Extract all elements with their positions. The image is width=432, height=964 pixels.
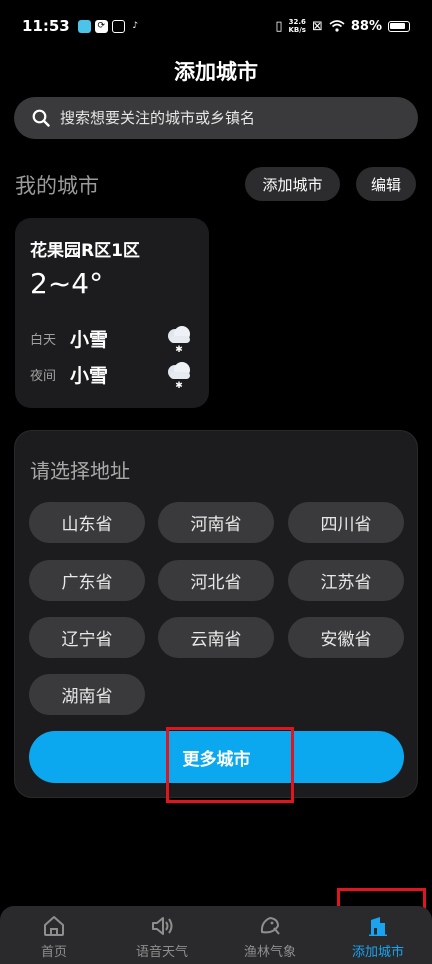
sim-x-icon: ⊠ [311, 18, 323, 34]
night-label: 夜间 [30, 368, 57, 384]
net-speed-value: 32.6 [288, 18, 306, 26]
province-button[interactable]: 广东省 [29, 560, 145, 601]
province-button[interactable]: 云南省 [158, 617, 274, 658]
status-time: 11:53 [22, 17, 70, 35]
nav-voice-weather[interactable]: 语音天气 [108, 906, 216, 964]
address-title: 请选择地址 [30, 459, 130, 483]
speaker-icon [152, 917, 173, 935]
province-button[interactable]: 河北省 [158, 560, 274, 601]
nav-label: 添加城市 [351, 945, 404, 960]
nav-label: 语音天气 [135, 945, 188, 960]
province-button[interactable]: 四川省 [288, 502, 404, 543]
battery-icon [388, 20, 410, 32]
nav-label: 首页 [40, 945, 67, 960]
app-notification-icon [77, 19, 91, 33]
wifi-icon [329, 20, 345, 32]
app-notification-icon: ⟳ [94, 19, 108, 33]
day-weather-row: 白天 小雪 ✱ [30, 320, 194, 356]
search-icon [32, 109, 50, 127]
night-condition: 小雪 [70, 364, 109, 387]
mail-notification-icon [111, 19, 125, 33]
home-icon [44, 916, 64, 936]
search-input[interactable] [60, 109, 390, 127]
building-icon [369, 917, 387, 936]
more-cities-button[interactable]: 更多城市 [29, 731, 404, 783]
night-weather-row: 夜间 小雪 ✱ [30, 356, 194, 392]
my-cities-title: 我的城市 [15, 174, 99, 198]
address-panel: 请选择地址 山东省 河南省 四川省 广东省 河北省 江苏省 辽宁省 云南省 安徽… [14, 430, 418, 798]
status-bar: 11:53 ⟳ ♪ ▯ 32.6 KB/s ⊠ 88% [0, 0, 432, 52]
province-button[interactable]: 安徽省 [288, 617, 404, 658]
search-bar[interactable] [14, 97, 418, 139]
province-button[interactable]: 湖南省 [29, 674, 145, 715]
page-title: 添加城市 [174, 60, 258, 84]
svg-text:✱: ✱ [175, 381, 183, 389]
province-button[interactable]: 山东省 [29, 502, 145, 543]
battery-percent: 88% [350, 18, 382, 34]
network-speed: 32.6 KB/s [288, 18, 305, 34]
nav-label: 渔林气象 [243, 945, 296, 960]
city-card[interactable]: 花果园R区1区 2~4° 白天 小雪 ✱ 夜间 小雪 ✱ [15, 218, 209, 408]
snow-cloud-icon: ✱ [168, 362, 190, 389]
province-button[interactable]: 江苏省 [288, 560, 404, 601]
snow-cloud-icon: ✱ [168, 326, 190, 353]
fish-icon [260, 917, 280, 935]
nav-add-city[interactable]: 添加城市 [324, 906, 432, 964]
province-button[interactable]: 河南省 [158, 502, 274, 543]
day-condition: 小雪 [70, 328, 109, 351]
tiktok-icon: ♪ [132, 21, 139, 31]
status-app-icons: ⟳ ♪ [77, 19, 142, 33]
province-button[interactable]: 辽宁省 [29, 617, 145, 658]
city-name: 花果园R区1区 [30, 241, 140, 261]
city-temperature: 2~4° [30, 267, 104, 300]
nav-fishing-weather[interactable]: 渔林气象 [216, 906, 324, 964]
net-speed-unit: KB/s [288, 26, 306, 34]
svg-text:✱: ✱ [175, 345, 183, 353]
nav-home[interactable]: 首页 [0, 906, 108, 964]
bottom-nav: 首页 语音天气 渔林气象 添加城市 [0, 906, 432, 964]
add-city-button[interactable]: 添加城市 [245, 167, 340, 201]
day-label: 白天 [30, 332, 57, 348]
vibrate-icon: ▯ [275, 18, 283, 34]
edit-button[interactable]: 编辑 [356, 167, 416, 201]
